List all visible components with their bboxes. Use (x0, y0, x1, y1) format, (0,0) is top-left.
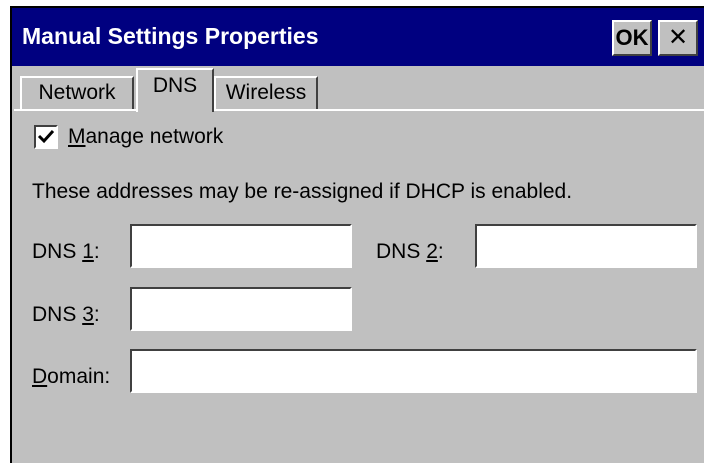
tab-network[interactable]: Network (20, 76, 134, 110)
dns3-label: DNS 3: (32, 303, 100, 326)
manage-network-label[interactable]: Manage network (68, 125, 223, 149)
close-button[interactable]: ✕ (658, 20, 698, 56)
domain-field[interactable] (130, 349, 697, 393)
manage-network-checkbox[interactable] (34, 125, 58, 149)
ok-button[interactable]: OK (612, 20, 652, 56)
title-bar: Manual Settings Properties OK ✕ (12, 8, 704, 66)
dns1-field[interactable] (130, 224, 352, 268)
tab-dns[interactable]: DNS (136, 68, 214, 112)
properties-window: Manual Settings Properties OK ✕ Network … (10, 6, 704, 463)
checkmark-icon (37, 129, 55, 144)
dhcp-info-text: These addresses may be re-assigned if DH… (32, 180, 573, 203)
tab-panel-border (14, 109, 704, 111)
window-title: Manual Settings Properties (22, 23, 319, 49)
dns1-label: DNS 1: (32, 240, 100, 263)
dns3-field[interactable] (130, 287, 352, 331)
dns2-field[interactable] (475, 224, 697, 268)
close-icon: ✕ (667, 24, 689, 51)
domain-label: Domain: (32, 365, 111, 388)
tab-wireless[interactable]: Wireless (214, 76, 318, 110)
dns2-label: DNS 2: (376, 240, 444, 263)
